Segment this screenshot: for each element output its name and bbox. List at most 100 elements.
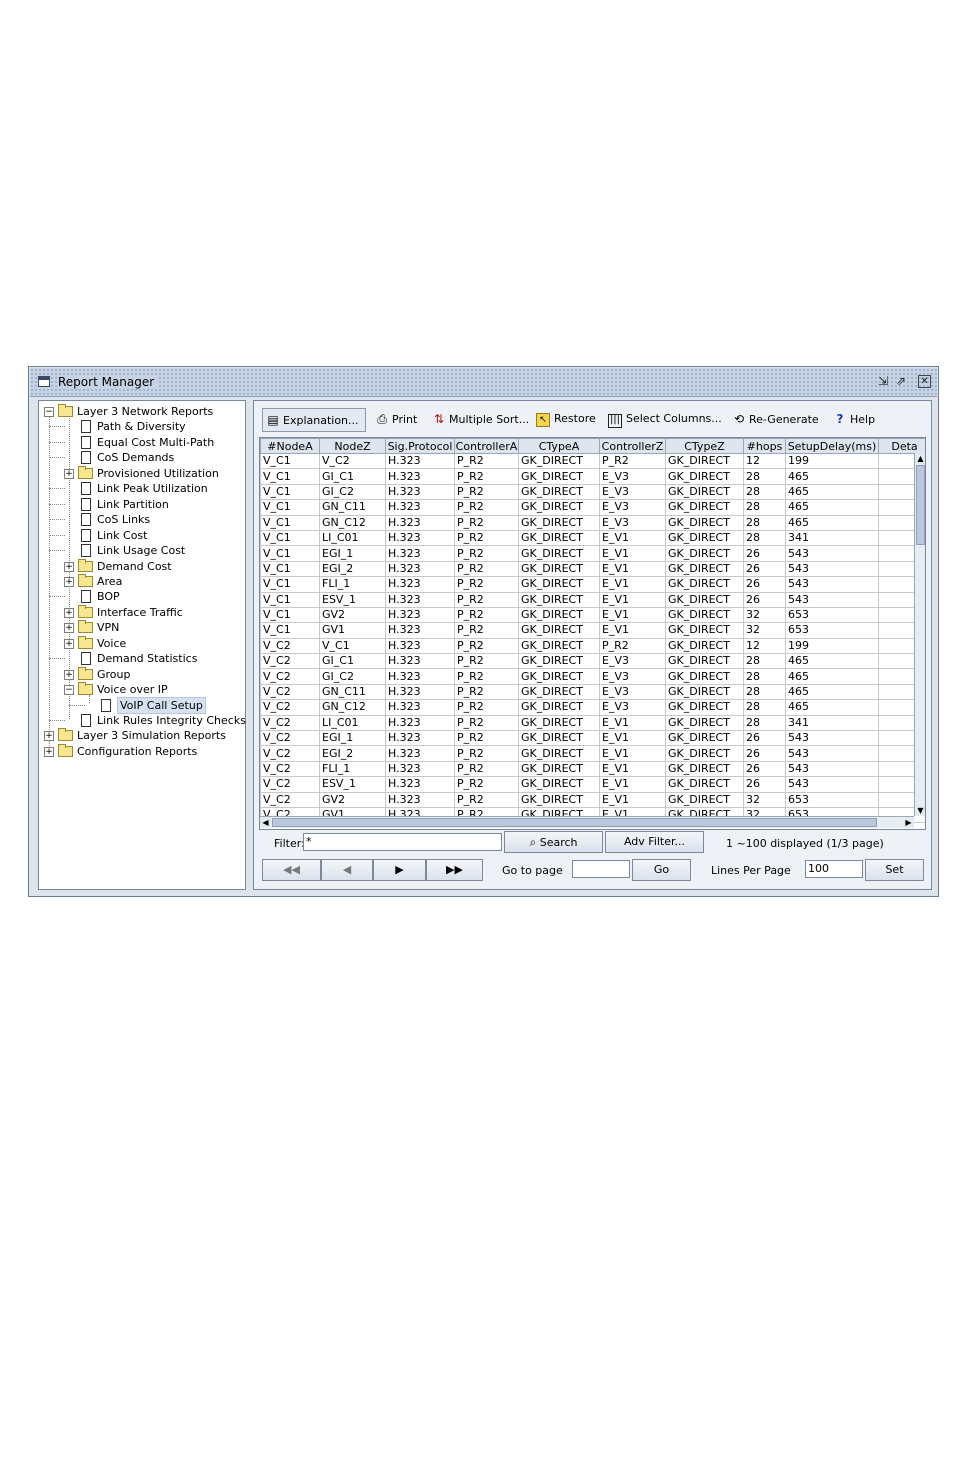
tree-node[interactable]: + Group	[39, 666, 243, 682]
tree-node[interactable]: + Layer 3 Simulation Reports	[39, 728, 243, 743]
lines-per-page-input[interactable]: 100	[805, 860, 863, 878]
scroll-up-icon[interactable]: ▲	[915, 453, 925, 464]
expand-icon[interactable]: +	[64, 468, 74, 479]
tree-node[interactable]: Link Usage Cost	[39, 543, 243, 558]
column-header[interactable]: CTypeZ	[665, 438, 744, 454]
tree-node[interactable]: + VPN	[39, 620, 243, 635]
previous-page-button[interactable]: ◀	[321, 859, 373, 881]
column-header[interactable]: #hops	[743, 438, 786, 454]
go-button[interactable]: Go	[632, 859, 691, 881]
expand-icon[interactable]: +	[44, 731, 54, 742]
collapse-icon[interactable]: −	[64, 685, 74, 696]
table-row[interactable]: V_C1 GV1 H.323 P_R2 GK_DIRECT E_V1 GK_DIRECT 32…	[260, 622, 925, 639]
table-row[interactable]: V_C1 LI_C01 H.323 P_R2 GK_DIRECT E_V1 GK_DIREC…	[260, 529, 925, 547]
table-row[interactable]: V_C2 GN_C11 H.323 P_R2 GK_DIRECT E_V3 GK_DIREC…	[260, 683, 925, 701]
table-row[interactable]: V_C2 ESV_1 H.323 P_R2 GK_DIRECT E_V1 GK_DIRECT…	[260, 776, 925, 793]
column-header[interactable]: ControllerZ	[599, 438, 666, 454]
expand-icon[interactable]: +	[44, 746, 54, 757]
tree-node[interactable]: CoS Links	[39, 512, 243, 527]
horizontal-scroll-thumb[interactable]	[272, 818, 877, 827]
help-button[interactable]: ? Help	[834, 408, 876, 430]
table-row[interactable]: V_C2 GV2 H.323 P_R2 GK_DIRECT E_V1 GK_DIRECT 32…	[260, 791, 925, 808]
tree-node[interactable]: − Voice over IP	[39, 682, 243, 697]
tree-node[interactable]: Demand Statistics	[39, 651, 243, 666]
tree-node[interactable]: Path & Diversity	[39, 419, 243, 434]
table-row[interactable]: V_C1 GV2 H.323 P_R2 GK_DIRECT E_V1 GK_DIRECT 32…	[260, 606, 925, 624]
expand-icon[interactable]: +	[64, 669, 74, 680]
table-cell: GK_DIRECT	[665, 545, 744, 562]
tree-node[interactable]: Link Peak Utilization	[39, 481, 243, 496]
table-row[interactable]: V_C1 GN_C12 H.323 P_R2 GK_DIRECT E_V3 GK_DIREC…	[260, 514, 925, 531]
table-row[interactable]: V_C2 FLI_1 H.323 P_R2 GK_DIRECT E_V1 GK_DIRECT…	[260, 760, 925, 778]
expand-icon[interactable]: +	[64, 576, 74, 587]
multiple-sort-button[interactable]: ⇅ Multiple Sort...	[433, 408, 529, 430]
document-icon	[101, 698, 111, 712]
select-columns-button[interactable]: ||| Select Columns...	[608, 408, 722, 430]
last-page-button[interactable]: ▶▶	[426, 859, 483, 881]
tree-node[interactable]: VoIP Call Setup	[39, 696, 243, 714]
collapse-icon[interactable]: −	[44, 407, 54, 417]
table-row[interactable]: V_C1 GN_C11 H.323 P_R2 GK_DIRECT E_V3 GK_DIREC…	[260, 499, 925, 516]
expand-icon[interactable]: +	[64, 607, 74, 618]
horizontal-scrollbar[interactable]: ◀ ▶	[260, 816, 914, 828]
table-row[interactable]: V_C1 ESV_1 H.323 P_R2 GK_DIRECT E_V1 GK_DIRECT…	[260, 591, 925, 608]
column-header[interactable]: Sig.Protocol	[385, 438, 455, 454]
restore-button[interactable]: ↖ Restore	[536, 408, 596, 430]
tree-node[interactable]: + Voice	[39, 635, 243, 651]
minimize-icon[interactable]: ⇲	[876, 374, 890, 388]
adv-filter-button[interactable]: Adv Filter...	[605, 831, 704, 853]
tree-node[interactable]: BOP	[39, 589, 243, 604]
expand-icon[interactable]: +	[64, 561, 74, 572]
goto-page-input[interactable]	[572, 860, 630, 878]
explanation-button[interactable]: ▤ Explanation...	[262, 408, 366, 432]
tree-node[interactable]: Link Rules Integrity Checks	[39, 713, 246, 728]
title-bar[interactable]: Report Manager ⇲ ⇗ ✕	[30, 368, 937, 397]
table-row[interactable]: V_C2 EGI_1 H.323 P_R2 GK_DIRECT E_V1 GK_DIRECT…	[260, 730, 925, 747]
scroll-down-icon[interactable]: ▼	[915, 805, 925, 816]
column-header[interactable]: Deta	[878, 438, 925, 454]
table-row[interactable]: V_C2 V_C1 H.323 P_R2 GK_DIRECT P_R2 GK_DIRECT 1…	[260, 637, 925, 655]
first-page-button[interactable]: ◀◀	[262, 859, 321, 881]
scroll-left-icon[interactable]: ◀	[260, 817, 271, 828]
scroll-right-icon[interactable]: ▶	[903, 817, 914, 828]
tree-node[interactable]: Link Partition	[39, 497, 243, 512]
column-header[interactable]: ControllerA	[454, 438, 519, 454]
expand-icon[interactable]: +	[64, 623, 74, 634]
tree-node[interactable]: CoS Demands	[39, 450, 243, 465]
next-page-button[interactable]: ▶	[373, 859, 426, 881]
expand-icon[interactable]: +	[64, 638, 74, 649]
tree-node[interactable]: + Demand Cost	[39, 558, 243, 574]
tree-node[interactable]: Equal Cost Multi-Path	[39, 435, 243, 450]
table-row[interactable]: V_C2 GN_C12 H.323 P_R2 GK_DIRECT E_V3 GK_DIREC…	[260, 699, 925, 716]
column-header[interactable]: NodeZ	[319, 438, 386, 454]
table-cell: GI_C2	[319, 668, 386, 685]
table-row[interactable]: V_C1 V_C2 H.323 P_R2 GK_DIRECT P_R2 GK_DIRECT 1…	[260, 452, 925, 470]
vertical-scroll-thumb[interactable]	[916, 465, 925, 545]
table-row[interactable]: V_C1 GI_C2 H.323 P_R2 GK_DIRECT E_V3 GK_DIRECT…	[260, 483, 925, 501]
search-button[interactable]: ⌕ Search	[504, 831, 603, 853]
tree-node[interactable]: + Area	[39, 573, 243, 589]
column-header[interactable]: SetupDelay(ms)	[785, 438, 879, 454]
table-row[interactable]: V_C2 EGI_2 H.323 P_R2 GK_DIRECT E_V1 GK_DIRECT…	[260, 745, 925, 762]
table-row[interactable]: V_C1 EGI_2 H.323 P_R2 GK_DIRECT E_V1 GK_DIRECT…	[260, 560, 925, 578]
table-row[interactable]: V_C2 GI_C2 H.323 P_R2 GK_DIRECT E_V3 GK_DIRECT…	[260, 668, 925, 685]
table-row[interactable]: V_C2 GI_C1 H.323 P_R2 GK_DIRECT E_V3 GK_DIRECT…	[260, 653, 925, 670]
print-button[interactable]: ⎙ Print	[376, 408, 417, 430]
maximize-icon[interactable]: ⇗	[894, 374, 908, 388]
table-row[interactable]: V_C1 EGI_1 H.323 P_R2 GK_DIRECT E_V1 GK_DIRECT…	[260, 545, 925, 562]
table-row[interactable]: V_C1 FLI_1 H.323 P_R2 GK_DIRECT E_V1 GK_DIRECT…	[260, 576, 925, 593]
tree-node[interactable]: − Layer 3 Network Reports	[39, 404, 243, 419]
column-header[interactable]: CTypeA	[518, 438, 600, 454]
tree-node[interactable]: + Interface Traffic	[39, 604, 243, 620]
table-row[interactable]: V_C2 LI_C01 H.323 P_R2 GK_DIRECT E_V1 GK_DIREC…	[260, 714, 925, 732]
column-header[interactable]: #NodeA	[260, 438, 320, 454]
regenerate-button[interactable]: ⟲ Re-Generate	[733, 408, 819, 430]
table-row[interactable]: V_C1 GI_C1 H.323 P_R2 GK_DIRECT E_V3 GK_DIRECT…	[260, 468, 925, 485]
set-button[interactable]: Set	[865, 859, 924, 881]
close-icon[interactable]: ✕	[918, 375, 931, 388]
tree-node[interactable]: + Provisioned Utilization	[39, 465, 243, 481]
tree-node[interactable]: + Configuration Reports	[39, 743, 243, 759]
filter-input[interactable]: *	[303, 833, 502, 851]
vertical-scrollbar[interactable]: ▲ ▼	[914, 453, 925, 816]
tree-node[interactable]: Link Cost	[39, 528, 243, 543]
